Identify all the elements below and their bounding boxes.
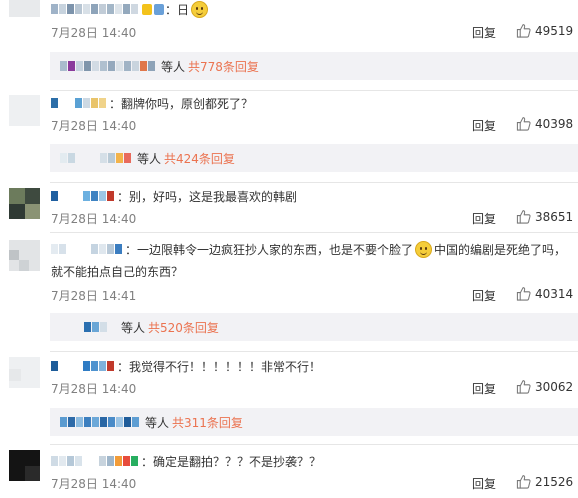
avatar[interactable]: [9, 0, 40, 17]
avatar[interactable]: [9, 95, 40, 126]
divider: [50, 232, 578, 233]
vip-badge-icon: [142, 3, 152, 15]
like-button[interactable]: 49519: [516, 23, 573, 38]
avatar[interactable]: [9, 188, 40, 219]
sub-reply-users: 等人: [145, 415, 170, 430]
avatar[interactable]: [9, 357, 40, 388]
thumbs-up-icon: [516, 23, 531, 38]
sub-reply-count-link[interactable]: 共520条回复: [148, 319, 219, 336]
thumbs-up-icon: [516, 286, 531, 301]
comment-text: ：日: [165, 2, 190, 17]
comment-content: ：我觉得不行！！！！！！非常不行！: [51, 357, 321, 375]
comment-text-line-2: 就不能拍点自己的东西？: [51, 265, 184, 279]
like-button[interactable]: 38651: [516, 209, 573, 224]
reply-button[interactable]: 回复: [472, 24, 496, 41]
sub-reply-count-link[interactable]: 共778条回复: [188, 58, 259, 75]
thumbs-up-icon: [516, 474, 531, 489]
like-count: 40314: [535, 286, 574, 301]
level-badge-icon: [154, 3, 164, 15]
username-pixelated[interactable]: [51, 3, 139, 15]
username-pixelated: [60, 152, 132, 164]
like-button[interactable]: 40314: [516, 286, 573, 301]
comment-time: 7月28日 14:41: [51, 289, 137, 303]
comment-text: ：别，好吗，这是我最喜欢的韩剧: [117, 189, 298, 204]
comment-content: ：别，好吗，这是我最喜欢的韩剧: [51, 187, 297, 205]
avatar[interactable]: [9, 240, 40, 271]
sub-reply-count-link[interactable]: 共311条回复: [172, 414, 243, 431]
reply-button[interactable]: 回复: [472, 287, 496, 304]
thumbs-up-icon: [516, 116, 531, 131]
comment-text: ：翻牌你吗，原创都死了？: [109, 96, 254, 111]
divider: [50, 351, 578, 352]
comment-text: ：确定是翻拍？？？不是抄袭？？: [141, 454, 322, 469]
like-count: 21526: [535, 474, 574, 489]
reply-button[interactable]: 回复: [472, 210, 496, 227]
sub-reply-users: 等人: [121, 320, 146, 335]
divider: [50, 444, 578, 445]
comment-text: ：一边限韩令一边疯狂抄人家的东西，也是不要个脸了: [125, 242, 414, 257]
comment-time: 7月28日 14:40: [51, 26, 137, 40]
sub-reply-users: 等人: [137, 151, 162, 166]
divider: [50, 182, 578, 183]
comment-text: ：我觉得不行！！！！！！非常不行！: [117, 359, 322, 374]
comment-content: ：日: [51, 0, 210, 18]
username-pixelated[interactable]: [51, 97, 107, 109]
thumbs-up-icon: [516, 209, 531, 224]
username-pixelated[interactable]: [51, 190, 115, 202]
comment-content: ：翻牌你吗，原创都死了？: [51, 94, 253, 112]
username-pixelated[interactable]: [51, 360, 115, 372]
comment-time: 7月28日 14:40: [51, 212, 137, 226]
sub-replies[interactable]: 等人 共424条回复: [50, 144, 578, 172]
reply-button[interactable]: 回复: [472, 475, 496, 492]
like-count: 38651: [535, 209, 574, 224]
comment-time: 7月28日 14:40: [51, 382, 137, 396]
username-pixelated: [60, 60, 156, 72]
sub-replies[interactable]: 等人 共520条回复: [50, 313, 578, 341]
smiley-emoji-icon: [191, 0, 209, 18]
username-pixelated: [60, 416, 140, 428]
like-button[interactable]: 30062: [516, 379, 573, 394]
comment-time: 7月28日 14:40: [51, 119, 137, 133]
comment-content: ：确定是翻拍？？？不是抄袭？？: [51, 452, 321, 470]
smiley-emoji-icon: [415, 240, 433, 258]
username-pixelated[interactable]: [51, 243, 123, 255]
sub-replies[interactable]: 等人 共778条回复: [50, 52, 578, 80]
like-count: 30062: [535, 379, 574, 394]
like-count: 40398: [535, 116, 574, 131]
thumbs-up-icon: [516, 379, 531, 394]
sub-reply-count-link[interactable]: 共424条回复: [164, 150, 235, 167]
avatar[interactable]: [9, 450, 40, 481]
sub-reply-users: 等人: [161, 59, 186, 74]
divider: [50, 90, 578, 91]
sub-replies[interactable]: 等人 共311条回复: [50, 408, 578, 436]
comment-content: ：一边限韩令一边疯狂抄人家的东西，也是不要个脸了 中国的编剧是死绝了吗，: [51, 240, 566, 258]
reply-button[interactable]: 回复: [472, 380, 496, 397]
username-pixelated: [60, 321, 116, 333]
like-button[interactable]: 40398: [516, 116, 573, 131]
username-pixelated[interactable]: [51, 455, 139, 467]
like-count: 49519: [535, 23, 574, 38]
like-button[interactable]: 21526: [516, 474, 573, 489]
reply-button[interactable]: 回复: [472, 117, 496, 134]
comment-text-continued: 中国的编剧是死绝了吗，: [434, 242, 567, 257]
comment-time: 7月28日 14:40: [51, 477, 137, 491]
